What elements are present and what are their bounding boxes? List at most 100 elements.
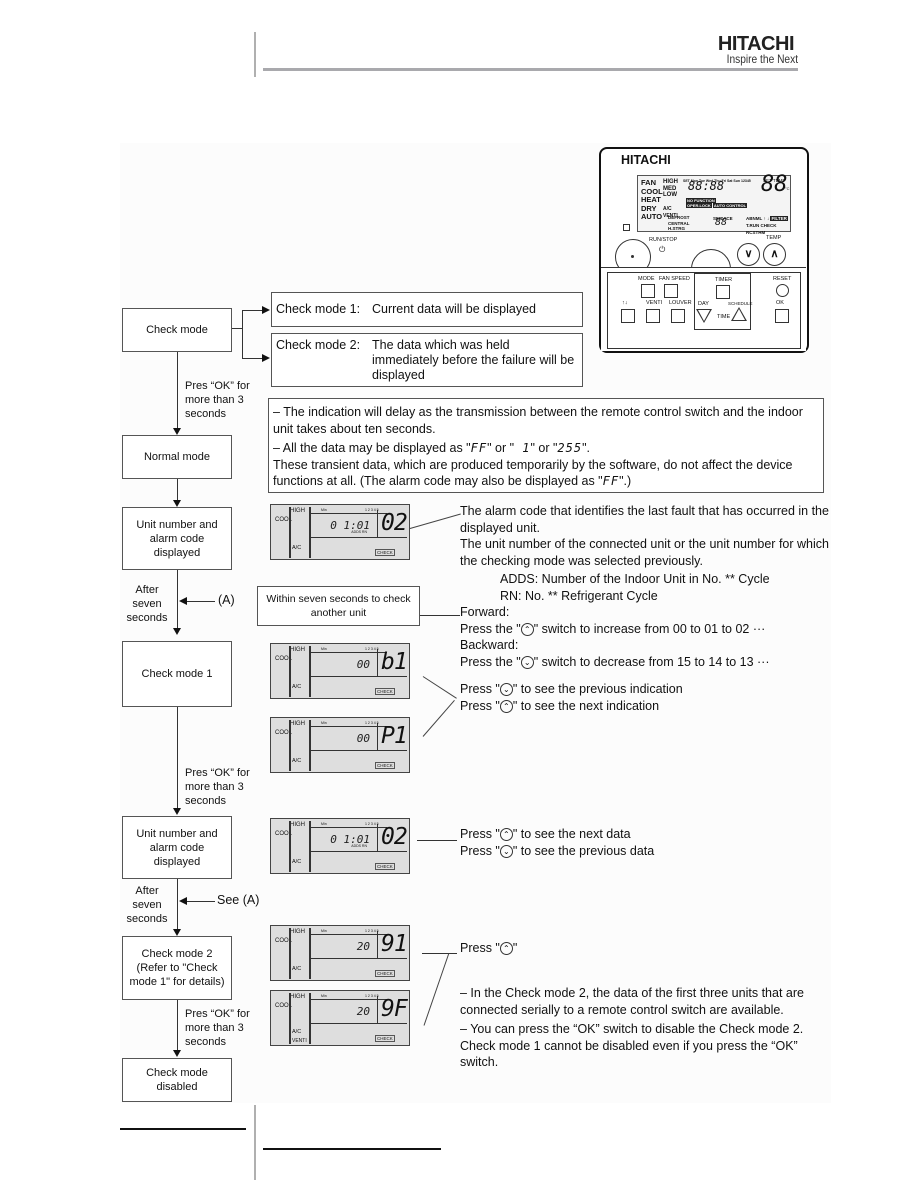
- lcd-bar: [309, 720, 311, 771]
- up-switch-icon: ⌃: [520, 622, 534, 636]
- day-button[interactable]: [696, 309, 712, 323]
- fn-oper-lock: OPER.LOCK: [686, 203, 712, 208]
- lcd-bar: [309, 507, 311, 558]
- lcd-high: HIGH: [290, 647, 305, 653]
- lcd-line: [309, 827, 387, 828]
- forward-label: Forward:: [460, 605, 510, 619]
- lcd-bar: [289, 928, 291, 979]
- connector: [417, 840, 457, 841]
- ok-button[interactable]: [775, 309, 789, 323]
- lcd-display: COOL HIGH Min 1 2 3 4 5 20 91 A/C CHECK: [270, 925, 410, 981]
- seg-ff: FF: [602, 474, 620, 488]
- reset-label: RESET: [773, 276, 792, 282]
- lcd-min: Min: [321, 721, 327, 725]
- lcd-min: Min: [321, 508, 327, 512]
- lcd-display: COOL HIGH Min 1 2 3 4 5 20 9F A/C VENTI CHECK: [270, 990, 410, 1046]
- indicators: ABNML ↑ ↓ FILTER T.RUN CHECK RCSTHM: [746, 215, 790, 236]
- mode-button[interactable]: [641, 284, 655, 298]
- temp-down-button[interactable]: ∨: [737, 243, 760, 266]
- connector: [177, 352, 178, 430]
- lcd-adds: ADDS RN: [351, 844, 367, 848]
- next-indication: Press " ⌃ " to see the next indication: [460, 698, 683, 715]
- alarm-description: The alarm code that identifies the last …: [460, 503, 830, 670]
- down-switch-icon: ⌄: [520, 655, 534, 669]
- remote-modes: FAN COOL HEAT DRY AUTO: [641, 178, 663, 222]
- connector: [420, 615, 460, 616]
- text: Press ": [460, 941, 500, 955]
- lcd-min: Min: [321, 994, 327, 998]
- lcd-high: HIGH: [290, 721, 305, 727]
- temp-label: TEMP: [766, 235, 782, 241]
- louver-label: LOUVER: [669, 300, 692, 306]
- lcd-check: CHECK: [375, 762, 395, 769]
- text: Press ": [460, 682, 500, 696]
- text: Press ": [460, 698, 500, 713]
- connector: [177, 1000, 178, 1052]
- lcd-line: [377, 996, 378, 1023]
- next-data: Press " ⌃ " to see the next data: [460, 826, 654, 843]
- status-left: DEFROST CENTRAL H.STRG: [668, 215, 690, 232]
- arrow-down-icon: [173, 428, 181, 435]
- check-mode-2-flow-box: Check mode 2 (Refer to "Check mode 1" fo…: [122, 936, 232, 1000]
- lcd-nums: 1 2 3 4 5: [365, 647, 379, 651]
- timer-button[interactable]: [716, 285, 730, 299]
- lcd-high: HIGH: [290, 994, 305, 1000]
- lcd-line: [309, 676, 407, 677]
- status-hstrg: H.STRG: [668, 226, 686, 231]
- transmission-note-box: – The indication will delay as the trans…: [268, 398, 824, 493]
- seg-255: 255: [557, 441, 583, 455]
- schedule-button[interactable]: [731, 307, 747, 321]
- lcd-unit-number: 00: [356, 732, 370, 745]
- arrow-right-icon: [262, 354, 270, 362]
- check-mode-disabled-box: Check mode disabled: [122, 1058, 232, 1102]
- lcd-ac: A/C: [292, 859, 302, 865]
- text: ": [512, 941, 518, 955]
- sensor-square-icon: [623, 224, 630, 231]
- text: " to see the next data: [512, 827, 631, 841]
- down-switch-icon: ⌄: [499, 844, 513, 858]
- connector: [422, 953, 457, 954]
- up-switch-icon: ⌃: [499, 942, 513, 955]
- arrow-left-icon: [179, 597, 187, 605]
- data-nav-text: Press " ⌃ " to see the next data Press " ⌄ "…: [460, 826, 654, 859]
- temp-up-button[interactable]: ∧: [763, 243, 786, 266]
- fan-speed-label: FAN SPEED: [659, 276, 690, 282]
- lcd-line: [377, 723, 378, 750]
- tagline-text: Inspire the Next: [726, 52, 798, 66]
- check-mode-2-desc: The data which was held immediately befo…: [372, 338, 575, 382]
- up-switch-icon: ⌃: [499, 828, 513, 841]
- text: " to see the previous data: [512, 843, 655, 858]
- louver-button[interactable]: [671, 309, 685, 323]
- lcd-high: HIGH: [290, 929, 305, 935]
- lcd-high: HIGH: [290, 508, 305, 514]
- arrow-down-icon: [173, 628, 181, 635]
- time-label: TIME: [717, 314, 731, 320]
- lcd-display: COOL HIGH Min 1 2 3 4 50 1:01 ADDS RN 02 A/C CH…: [270, 818, 410, 874]
- fan-levels: HIGH MED LOW: [663, 179, 678, 199]
- lcd-ac: A/C: [292, 758, 302, 764]
- ind-arrows: ↑ ↓: [763, 216, 770, 221]
- footer-divider-vertical: [254, 1105, 256, 1180]
- lcd-ac: A/C: [292, 545, 302, 551]
- within-seven-seconds-box: Within seven seconds to check another un…: [257, 586, 420, 626]
- venti-button[interactable]: [646, 309, 660, 323]
- lcd-code: 91: [381, 931, 408, 957]
- check-mode-1-box: Check mode 1: Current data will be displa…: [271, 292, 583, 327]
- lcd-ac: A/C: [292, 1029, 302, 1035]
- lcd-min: Min: [321, 822, 327, 826]
- lcd-line: [309, 537, 407, 538]
- up-switch-icon: ⌃: [499, 699, 513, 713]
- fn-auto-control: AUTO CONTROL: [712, 203, 748, 208]
- louver-arrows-button[interactable]: [621, 309, 635, 323]
- arrow-down-icon: [173, 1050, 181, 1057]
- remote-lower-panel: MODE FAN SPEED ↑↓ VENTI LOUVER TIMER DAY…: [601, 267, 806, 351]
- lcd-bar: [289, 720, 291, 771]
- reset-button[interactable]: [776, 284, 789, 297]
- check-mode-1-flow-box: Check mode 1: [122, 641, 232, 707]
- seg-1: 1: [514, 441, 531, 455]
- lcd-bar: [289, 993, 291, 1044]
- lcd-code: 9F: [381, 996, 408, 1022]
- lcd-line: [309, 958, 407, 959]
- fan-speed-button[interactable]: [664, 284, 678, 298]
- service-value: 88: [715, 217, 728, 228]
